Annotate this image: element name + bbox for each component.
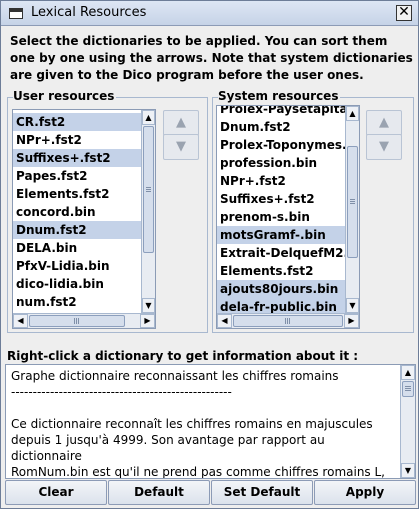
list-item[interactable]: CR.fst2 (13, 113, 141, 131)
apply-button[interactable]: Apply (314, 480, 416, 505)
scroll-right-arrow-icon[interactable]: ▶ (344, 314, 359, 328)
list-item[interactable]: Elements.fst2 (217, 262, 345, 280)
list-item[interactable]: Elements.fst2 (13, 185, 141, 203)
system-items-container: Prolex-Paysetapitales Dnum.fst2 Prolex-Top… (217, 106, 359, 316)
scroll-left-arrow-icon[interactable]: ◀ (13, 314, 28, 328)
set-default-button[interactable]: Set Default (211, 480, 313, 505)
list-item[interactable]: Prolex-Toponymes.bin (217, 136, 359, 154)
list-item[interactable]: Papes.fst2 (13, 167, 141, 185)
scroll-left-arrow-icon[interactable]: ◀ (217, 314, 232, 328)
list-item[interactable]: ajouts80jours.bin (217, 280, 345, 298)
system-list-hscrollbar[interactable]: ◀ ▶ (217, 313, 359, 328)
list-item[interactable]: Suffixes+.fst2 (13, 149, 141, 167)
description-text: Select the dictionaries to be applied. Y… (10, 34, 413, 82)
list-item[interactable]: NPr+.fst2 (217, 172, 345, 190)
scrollbar-thumb[interactable] (143, 126, 154, 253)
list-item[interactable]: Suffixes+.fst2 (217, 190, 345, 208)
close-button[interactable]: ✕ (396, 5, 412, 21)
info-vscrollbar[interactable]: ▲ ▼ (400, 365, 415, 478)
dictionary-info-text: Graphe dictionnaire reconnaissant les ch… (11, 369, 385, 479)
list-item[interactable]: Extrait-DelquefM2.bin (217, 244, 359, 262)
scroll-up-arrow-icon[interactable]: ▲ (401, 365, 415, 380)
title-bar[interactable]: Lexical Resources ✕ (1, 1, 418, 26)
system-resources-list[interactable]: Prolex-Paysetapitales Dnum.fst2 Prolex-Top… (216, 105, 360, 329)
system-resources-label: System resources (218, 89, 341, 103)
scrollbar-thumb[interactable] (402, 381, 414, 397)
user-list-hscrollbar[interactable]: ◀ ▶ (13, 313, 155, 328)
list-item[interactable]: NPr+.fst2 (13, 131, 141, 149)
user-move-down-button[interactable]: ▼ (163, 134, 199, 160)
user-resources-label: User resources (13, 89, 117, 103)
user-move-up-button[interactable]: ▲ (163, 110, 199, 136)
list-item[interactable]: num.fst2 (13, 293, 141, 311)
scroll-down-arrow-icon[interactable]: ▼ (401, 463, 415, 478)
default-button[interactable]: Default (108, 480, 210, 505)
list-item[interactable]: Dnum.fst2 (13, 221, 141, 239)
system-list-vscrollbar[interactable]: ▲ ▼ (345, 106, 359, 313)
list-item[interactable]: PfxV-Lidia.bin (13, 257, 141, 275)
user-list-vscrollbar[interactable]: ▲ ▼ (141, 110, 155, 313)
list-item[interactable]: concord.bin (13, 203, 141, 221)
scroll-up-arrow-icon[interactable]: ▲ (346, 106, 359, 121)
system-move-up-button[interactable]: ▲ (366, 110, 402, 136)
window-title: Lexical Resources (31, 5, 147, 20)
list-item[interactable]: prenom-s.bin (217, 208, 345, 226)
system-move-down-button[interactable]: ▼ (366, 134, 402, 160)
list-item[interactable]: dico-lidia.bin (13, 275, 141, 293)
user-resources-list[interactable]: CR.fst2 NPr+.fst2 Suffixes+.fst2 Papes.fst2… (12, 109, 156, 329)
user-items-container: CR.fst2 NPr+.fst2 Suffixes+.fst2 Papes.fst2… (13, 113, 141, 311)
lexical-resources-window: Lexical Resources ✕ Select the dictionar… (0, 0, 419, 509)
list-item[interactable]: motsGramf-.bin (217, 226, 345, 244)
dictionary-info-textarea[interactable]: Graphe dictionnaire reconnaissant les ch… (5, 364, 416, 479)
window-icon (9, 8, 23, 19)
button-bar: Clear Default Set Default Apply (5, 480, 416, 505)
scroll-right-arrow-icon[interactable]: ▶ (140, 314, 155, 328)
scrollbar-thumb[interactable] (29, 315, 125, 327)
scroll-up-arrow-icon[interactable]: ▲ (142, 110, 155, 125)
scroll-down-arrow-icon[interactable]: ▼ (142, 298, 155, 313)
list-item[interactable]: DELA.bin (13, 239, 141, 257)
scrollbar-thumb[interactable] (347, 146, 358, 258)
list-item[interactable]: Prolex-Paysetapitales (217, 106, 359, 118)
info-label: Right-click a dictionary to get informat… (7, 349, 359, 363)
scrollbar-thumb[interactable] (233, 315, 343, 327)
scroll-down-arrow-icon[interactable]: ▼ (346, 298, 359, 313)
list-item[interactable]: profession.bin (217, 154, 345, 172)
clear-button[interactable]: Clear (5, 480, 107, 505)
list-item[interactable]: Dnum.fst2 (217, 118, 345, 136)
